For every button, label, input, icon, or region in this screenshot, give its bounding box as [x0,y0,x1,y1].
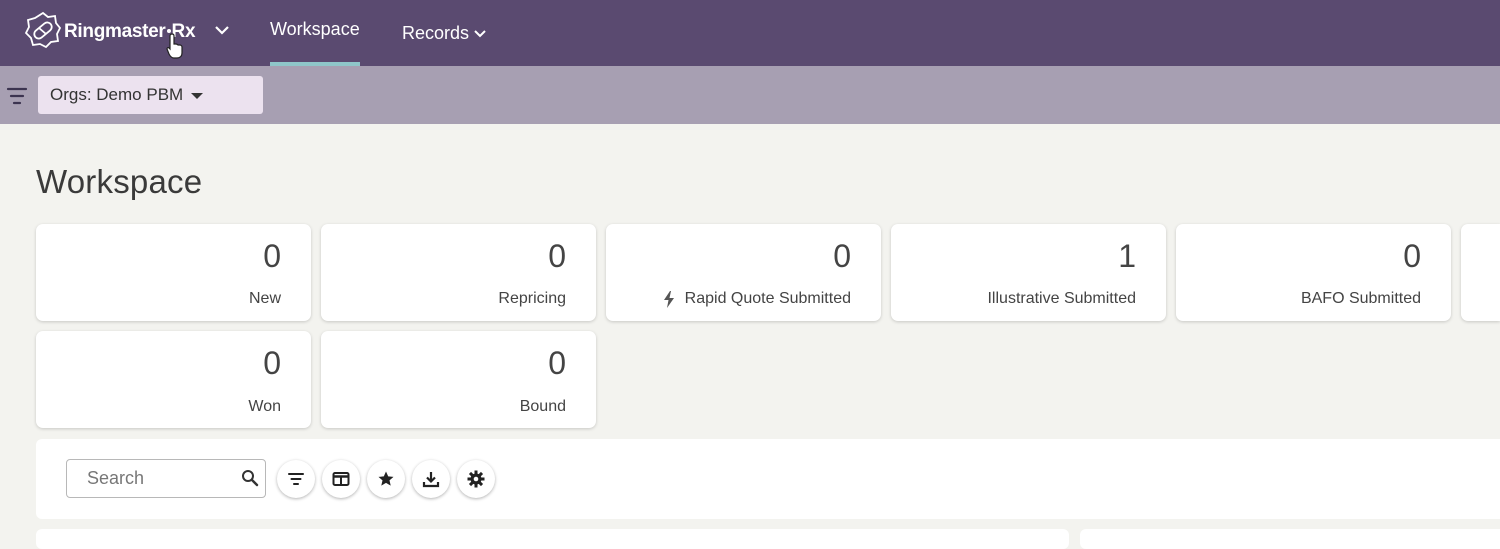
columns-icon [332,472,350,486]
mouse-cursor-icon [166,33,183,59]
stat-card-bafo-submitted[interactable]: 0 BAFO Submitted [1176,224,1451,321]
nav-tab-records[interactable]: Records [402,0,487,66]
stat-count: 0 [548,238,566,274]
stat-card-illustrative-submitted[interactable]: 1 Illustrative Submitted [891,224,1166,321]
stat-card-bound[interactable]: 0 Bound [321,331,596,428]
org-filter-label: Orgs: Demo PBM [50,85,184,104]
stat-count: 0 [263,345,281,381]
table-toolbar [36,439,1500,519]
stat-count: 0 [263,238,281,274]
side-panel [1080,529,1500,549]
filter-bar: Orgs: Demo PBM [0,66,1500,124]
star-icon [378,471,394,486]
top-navigation-bar: Ringmaster Rx Workspace Records [0,0,1500,66]
stat-card-partial[interactable] [1461,224,1500,321]
filter-icon [288,473,304,485]
search-icon[interactable] [241,469,259,487]
filter-icon[interactable] [6,85,28,107]
org-filter-select[interactable]: Orgs: Demo PBM [38,76,263,114]
search-input[interactable] [66,459,266,498]
stat-card-new[interactable]: 0 New [36,224,311,321]
records-table-panel [36,529,1069,549]
stat-label: Bound [519,398,566,415]
nav-tab-label: Workspace [270,19,360,39]
stat-label: BAFO Submitted [1300,290,1421,307]
stat-count: 0 [1403,238,1421,274]
stat-label: New [248,290,281,307]
stat-label: Won [248,398,281,415]
filter-button[interactable] [277,460,315,498]
stat-count: 0 [833,238,851,274]
stat-card-rapid-quote-submitted[interactable]: 0 Rapid Quote Submitted [606,224,881,321]
stat-card-repricing[interactable]: 0 Repricing [321,224,596,321]
stat-count: 0 [548,345,566,381]
ringmaster-logo-icon [24,11,62,49]
nav-tab-label: Records [402,23,470,43]
stat-label: Rapid Quote Submitted [663,290,851,308]
stat-count: 1 [1118,238,1136,274]
download-button[interactable] [412,460,450,498]
download-icon [422,472,440,488]
favorites-button[interactable] [367,460,405,498]
page-title: Workspace [36,163,203,200]
stat-label: Illustrative Submitted [987,290,1136,307]
gear-icon [467,470,485,488]
lightning-icon [663,290,674,308]
chevron-down-icon[interactable] [212,20,232,40]
caret-down-icon [191,92,204,99]
stat-card-won[interactable]: 0 Won [36,331,311,428]
nav-tab-workspace[interactable]: Workspace [270,0,360,66]
settings-button[interactable] [457,460,495,498]
chevron-down-icon [474,30,486,38]
columns-button[interactable] [322,460,360,498]
stat-label: Repricing [498,290,566,307]
